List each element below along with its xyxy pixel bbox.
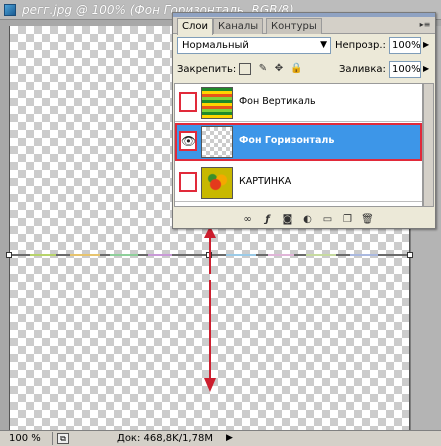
layer-row[interactable]: КАРТИНКА <box>175 164 422 202</box>
blend-mode-select[interactable]: Нормальный ▼ <box>177 37 331 54</box>
lock-transparency-icon[interactable] <box>239 63 251 75</box>
layers-list: Фон Вертикаль 👁 Фон Горизонталь КАРТИНКА <box>174 83 423 207</box>
status-menu-arrow-icon[interactable]: ▶ <box>226 433 233 443</box>
panel-menu-icon[interactable]: ▸≡ <box>419 20 431 31</box>
folder-icon[interactable]: ▭ <box>321 213 334 226</box>
stripe-segment <box>148 254 172 256</box>
layer-thumbnail <box>201 167 233 199</box>
fx-icon[interactable]: ƒ <box>261 213 274 226</box>
layer-thumbnail <box>201 126 233 158</box>
ps-document-icon <box>4 4 16 16</box>
tab-channels[interactable]: Каналы <box>213 18 264 34</box>
arrow-up-annotation <box>204 226 216 274</box>
visibility-toggle[interactable] <box>179 92 197 112</box>
mask-icon[interactable]: ◙ <box>281 213 294 226</box>
adjustment-icon[interactable]: ◐ <box>301 213 314 226</box>
transform-handle-right[interactable] <box>407 252 413 258</box>
layer-name: КАРТИНКА <box>239 176 292 187</box>
tab-paths[interactable]: Контуры <box>266 18 322 34</box>
chevron-down-icon: ▼ <box>320 40 327 50</box>
layers-panel: Слои Каналы Контуры ▸≡ Нормальный ▼ Непр… <box>172 12 436 229</box>
fill-label: Заливка: <box>339 64 386 75</box>
blend-mode-value: Нормальный <box>182 40 249 51</box>
lock-brush-icon[interactable]: ✎ <box>257 63 269 75</box>
panel-tabs: Слои Каналы Контуры ▸≡ <box>173 17 435 35</box>
layer-name: Фон Горизонталь <box>239 135 335 146</box>
stripe-segment <box>306 254 336 256</box>
stripe-segment <box>70 254 100 256</box>
stripe-segment <box>268 254 294 256</box>
layer-name: Фон Вертикаль <box>239 96 316 107</box>
fill-slider-arrow-icon[interactable]: ▶ <box>423 64 429 73</box>
panel-footer: ∞ ƒ ◙ ◐ ▭ ❐ 🗑 <box>173 211 435 228</box>
stripe-segment <box>110 254 138 256</box>
opacity-input[interactable]: 100% <box>389 37 421 54</box>
layers-scrollbar[interactable] <box>423 83 434 207</box>
arrow-down-annotation <box>204 280 216 392</box>
stripe-segment <box>226 254 256 256</box>
zoom-level[interactable]: 100 % <box>9 433 41 444</box>
opacity-slider-arrow-icon[interactable]: ▶ <box>423 40 429 49</box>
blend-row: Нормальный ▼ Непрозр.: 100% ▶ <box>177 37 433 55</box>
status-divider <box>52 432 53 445</box>
visibility-toggle[interactable] <box>179 172 197 192</box>
fill-input[interactable]: 100% <box>389 61 421 78</box>
layer-thumbnail <box>201 87 233 119</box>
lock-row: Закрепить: ✎ ✥ 🔒 Заливка: 100% ▶ <box>177 61 433 79</box>
navigator-icon[interactable]: ⧉ <box>57 433 69 444</box>
lock-move-icon[interactable]: ✥ <box>273 63 285 75</box>
status-bar: 100 % ⧉ Док: 468,8K/1,78M ▶ <box>0 430 441 446</box>
transform-handle-left[interactable] <box>6 252 12 258</box>
lock-all-icon[interactable]: 🔒 <box>290 63 302 75</box>
new-layer-icon[interactable]: ❐ <box>341 213 354 226</box>
link-layers-icon[interactable]: ∞ <box>241 213 254 226</box>
stripe-segment <box>30 254 56 256</box>
layer-row[interactable]: Фон Вертикаль <box>175 84 422 122</box>
opacity-label: Непрозр.: <box>335 40 386 51</box>
document-size-info: Док: 468,8K/1,78M <box>117 433 213 444</box>
tab-layers[interactable]: Слои <box>177 18 213 35</box>
layer-row[interactable]: 👁 Фон Горизонталь <box>175 123 422 161</box>
trash-icon[interactable]: 🗑 <box>361 213 374 226</box>
eye-icon[interactable]: 👁 <box>179 131 197 151</box>
lock-label: Закрепить: <box>177 64 237 75</box>
stripe-segment <box>350 254 378 256</box>
